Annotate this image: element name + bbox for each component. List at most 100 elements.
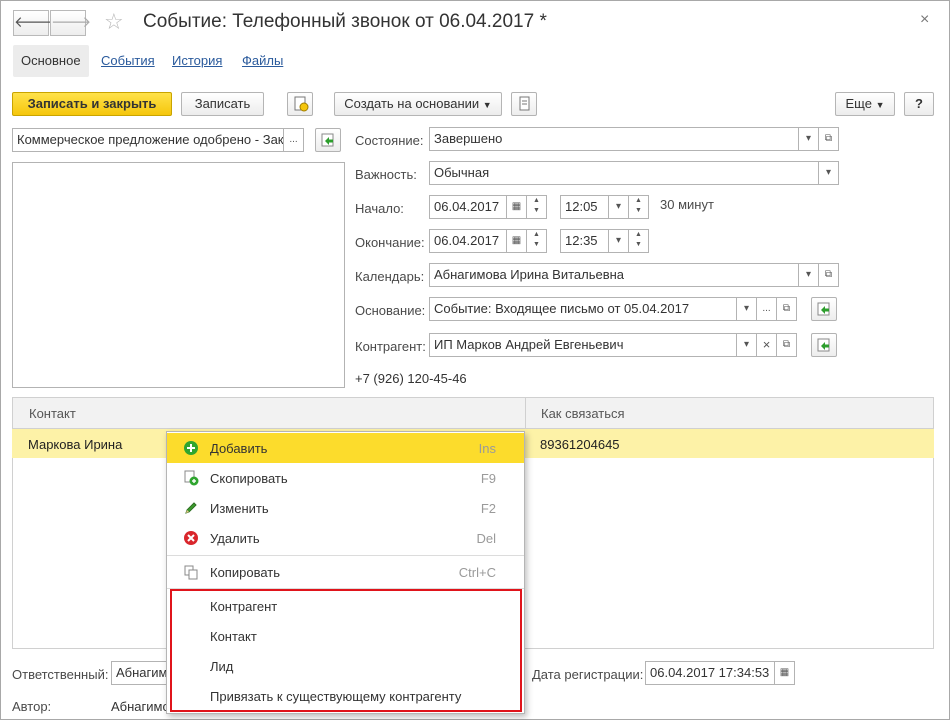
- state-label: Состояние:: [355, 133, 424, 148]
- tab-events[interactable]: События: [101, 45, 155, 77]
- start-date-field[interactable]: 06.04.2017: [429, 195, 507, 219]
- counterparty-field[interactable]: ИП Марков Андрей Евгеньевич: [429, 333, 737, 357]
- end-date-calendar-button[interactable]: ▦: [506, 229, 527, 253]
- chevron-down-icon: ▼: [482, 100, 492, 110]
- highlight-frame: [170, 589, 522, 712]
- calendar-icon: ▦: [511, 235, 522, 246]
- end-date-field[interactable]: 06.04.2017: [429, 229, 507, 253]
- chevron-down-icon: ▼: [875, 100, 885, 110]
- green-arrow-icon: [321, 133, 334, 147]
- forward-button[interactable]: 🡒: [50, 10, 91, 36]
- chevron-down-icon: ▾: [825, 167, 832, 178]
- cell-contact: Маркова Ирина: [28, 437, 123, 452]
- print-button[interactable]: [511, 92, 537, 116]
- calendar-icon: ▦: [779, 667, 790, 678]
- basis-open-button[interactable]: ⧉: [776, 297, 797, 321]
- basis-label: Основание:: [355, 303, 426, 318]
- document-icon: [519, 96, 530, 111]
- basis-pick-button[interactable]: [811, 297, 837, 321]
- copy-icon: [184, 470, 199, 486]
- document-clock-icon: [294, 96, 309, 112]
- responsible-field[interactable]: Абнагим: [111, 661, 171, 685]
- calendar-open-button[interactable]: ⧉: [818, 263, 839, 287]
- event-window: 🡐 🡒 ☆ Событие: Телефонный звонок от 06.0…: [0, 0, 950, 720]
- save-and-close-button[interactable]: Записать и закрыть: [12, 92, 172, 116]
- calendar-dropdown-button[interactable]: ▾: [798, 263, 819, 287]
- description-textarea[interactable]: [12, 162, 345, 388]
- page-title: Событие: Телефонный звонок от 06.04.2017…: [143, 11, 547, 32]
- importance-field[interactable]: Обычная: [429, 161, 819, 185]
- state-open-button[interactable]: ⧉: [818, 127, 839, 151]
- save-button[interactable]: Записать: [181, 92, 264, 116]
- favorite-star-icon[interactable]: ☆: [104, 9, 124, 35]
- open-icon: ⧉: [824, 269, 833, 280]
- basis-dropdown-button[interactable]: ▾: [736, 297, 757, 321]
- menu-item-duplicate[interactable]: Скопировать F9: [167, 463, 524, 493]
- registration-date-label: Дата регистрации:: [532, 667, 644, 682]
- basis-field[interactable]: Событие: Входящее письмо от 05.04.2017: [429, 297, 737, 321]
- calendar-field[interactable]: Абнагимова Ирина Витальевна: [429, 263, 799, 287]
- open-icon: ⧉: [782, 303, 791, 314]
- start-date-stepper[interactable]: ▲ ▼: [526, 195, 547, 219]
- column-how-to-contact[interactable]: Как связаться: [541, 406, 625, 421]
- calendar-label: Календарь:: [355, 269, 425, 284]
- counterparty-label: Контрагент:: [355, 339, 426, 354]
- duration-label: 30 минут: [660, 197, 714, 212]
- start-label: Начало:: [355, 201, 404, 216]
- help-button[interactable]: ?: [904, 92, 934, 116]
- menu-item-add[interactable]: Добавить Ins: [167, 433, 524, 463]
- author-value: Абнагимо: [111, 699, 170, 714]
- start-time-stepper[interactable]: ▲ ▼: [628, 195, 649, 219]
- state-field[interactable]: Завершено: [429, 127, 799, 151]
- close-icon[interactable]: ×: [920, 11, 929, 29]
- more-button[interactable]: Еще ▼: [835, 92, 895, 116]
- menu-item-copy-clipboard[interactable]: Копировать Ctrl+C: [167, 557, 524, 587]
- open-icon: ⧉: [782, 339, 791, 350]
- basis-select-button[interactable]: ...: [756, 297, 777, 321]
- end-date-stepper[interactable]: ▲ ▼: [526, 229, 547, 253]
- start-date-calendar-button[interactable]: ▦: [506, 195, 527, 219]
- phone-text: +7 (926) 120-45-46: [355, 371, 467, 386]
- end-time-stepper[interactable]: ▲ ▼: [628, 229, 649, 253]
- chevron-down-icon: ▾: [743, 339, 750, 350]
- add-icon: [184, 441, 198, 455]
- green-arrow-icon: [817, 338, 830, 352]
- create-based-on-button[interactable]: Создать на основании ▼: [334, 92, 502, 116]
- author-label: Автор:: [12, 699, 52, 714]
- chevron-down-icon: ▾: [615, 235, 622, 246]
- arrow-right-icon: 🡒: [51, 14, 92, 31]
- tab-files[interactable]: Файлы: [242, 45, 283, 77]
- counterparty-pick-button[interactable]: [811, 333, 837, 357]
- subject-pick-button[interactable]: [315, 128, 341, 152]
- menu-item-delete[interactable]: Удалить Del: [167, 523, 524, 553]
- counterparty-dropdown-button[interactable]: ▾: [736, 333, 757, 357]
- tab-main[interactable]: Основное: [13, 45, 89, 77]
- table-header: Контакт Как связаться: [12, 397, 934, 429]
- counterparty-clear-button[interactable]: ×: [756, 333, 777, 357]
- subject-select-button[interactable]: ...: [283, 128, 304, 152]
- start-time-dropdown-button[interactable]: ▾: [608, 195, 629, 219]
- green-arrow-icon: [817, 302, 830, 316]
- tab-history[interactable]: История: [172, 45, 222, 77]
- registration-date-field[interactable]: 06.04.2017 17:34:53: [645, 661, 775, 685]
- end-time-field[interactable]: 12:35: [560, 229, 610, 253]
- subject-input[interactable]: Коммерческое предложение одобрено - Зак: [12, 128, 284, 152]
- counterparty-open-button[interactable]: ⧉: [776, 333, 797, 357]
- arrow-left-icon: 🡐: [14, 14, 55, 31]
- importance-dropdown-button[interactable]: ▾: [818, 161, 839, 185]
- menu-item-edit[interactable]: Изменить F2: [167, 493, 524, 523]
- reminder-button[interactable]: [287, 92, 313, 116]
- registration-date-calendar-button[interactable]: ▦: [774, 661, 795, 685]
- end-time-dropdown-button[interactable]: ▾: [608, 229, 629, 253]
- start-time-field[interactable]: 12:05: [560, 195, 610, 219]
- column-contact[interactable]: Контакт: [29, 406, 76, 421]
- back-button[interactable]: 🡐: [13, 10, 54, 36]
- edit-icon: [185, 502, 197, 514]
- responsible-label: Ответственный:: [12, 667, 109, 682]
- calendar-icon: ▦: [511, 201, 522, 212]
- state-dropdown-button[interactable]: ▾: [798, 127, 819, 151]
- end-label: Окончание:: [355, 235, 425, 250]
- chevron-down-icon: ▾: [615, 201, 622, 212]
- cell-how-to-contact: 89361204645: [540, 437, 620, 452]
- chevron-down-icon: ▾: [743, 303, 750, 314]
